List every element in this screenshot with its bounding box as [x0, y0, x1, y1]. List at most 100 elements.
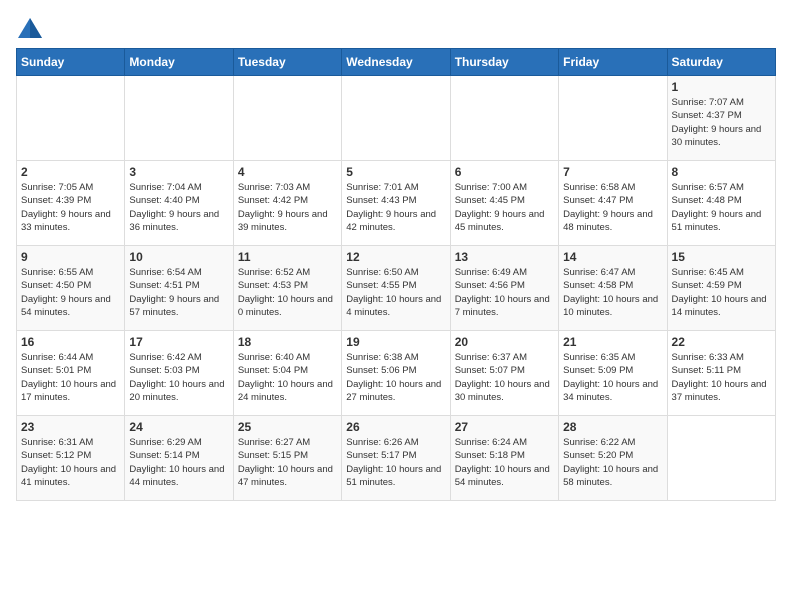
logo [16, 16, 48, 40]
day-info: Sunrise: 6:58 AM Sunset: 4:47 PM Dayligh… [563, 181, 662, 234]
day-number: 11 [238, 250, 337, 264]
day-cell: 3 Sunrise: 7:04 AM Sunset: 4:40 PM Daylig… [125, 161, 233, 246]
day-cell: 5 Sunrise: 7:01 AM Sunset: 4:43 PM Daylig… [342, 161, 450, 246]
day-info: Sunrise: 6:38 AM Sunset: 5:06 PM Dayligh… [346, 351, 445, 404]
day-cell [125, 76, 233, 161]
day-info: Sunrise: 6:47 AM Sunset: 4:58 PM Dayligh… [563, 266, 662, 319]
day-number: 8 [672, 165, 771, 179]
day-cell: 10 Sunrise: 6:54 AM Sunset: 4:51 PM Dayli… [125, 246, 233, 331]
day-info: Sunrise: 6:29 AM Sunset: 5:14 PM Dayligh… [129, 436, 228, 489]
day-number: 25 [238, 420, 337, 434]
day-cell [17, 76, 125, 161]
day-cell: 25 Sunrise: 6:27 AM Sunset: 5:15 PM Dayli… [233, 416, 341, 501]
day-number: 20 [455, 335, 554, 349]
day-info: Sunrise: 6:45 AM Sunset: 4:59 PM Dayligh… [672, 266, 771, 319]
day-cell: 19 Sunrise: 6:38 AM Sunset: 5:06 PM Dayli… [342, 331, 450, 416]
day-number: 2 [21, 165, 120, 179]
day-cell: 11 Sunrise: 6:52 AM Sunset: 4:53 PM Dayli… [233, 246, 341, 331]
day-number: 3 [129, 165, 228, 179]
week-row-2: 2 Sunrise: 7:05 AM Sunset: 4:39 PM Daylig… [17, 161, 776, 246]
day-number: 18 [238, 335, 337, 349]
day-info: Sunrise: 6:57 AM Sunset: 4:48 PM Dayligh… [672, 181, 771, 234]
column-header-tuesday: Tuesday [233, 49, 341, 76]
day-number: 10 [129, 250, 228, 264]
day-number: 16 [21, 335, 120, 349]
day-number: 12 [346, 250, 445, 264]
day-info: Sunrise: 6:31 AM Sunset: 5:12 PM Dayligh… [21, 436, 120, 489]
day-number: 13 [455, 250, 554, 264]
day-info: Sunrise: 6:40 AM Sunset: 5:04 PM Dayligh… [238, 351, 337, 404]
day-cell: 16 Sunrise: 6:44 AM Sunset: 5:01 PM Dayli… [17, 331, 125, 416]
day-number: 6 [455, 165, 554, 179]
day-info: Sunrise: 7:05 AM Sunset: 4:39 PM Dayligh… [21, 181, 120, 234]
day-cell: 9Sunrise: 6:55 AM Sunset: 4:50 PM Daylig… [17, 246, 125, 331]
day-cell: 1 Sunrise: 7:07 AM Sunset: 4:37 PM Daylig… [667, 76, 775, 161]
day-cell: 12 Sunrise: 6:50 AM Sunset: 4:55 PM Dayli… [342, 246, 450, 331]
day-cell: 22 Sunrise: 6:33 AM Sunset: 5:11 PM Dayli… [667, 331, 775, 416]
day-number: 24 [129, 420, 228, 434]
day-info: Sunrise: 6:52 AM Sunset: 4:53 PM Dayligh… [238, 266, 337, 319]
day-info: Sunrise: 6:55 AM Sunset: 4:50 PM Dayligh… [21, 266, 120, 319]
day-cell [667, 416, 775, 501]
day-cell: 17 Sunrise: 6:42 AM Sunset: 5:03 PM Dayli… [125, 331, 233, 416]
day-cell: 13 Sunrise: 6:49 AM Sunset: 4:56 PM Dayli… [450, 246, 558, 331]
column-header-sunday: Sunday [17, 49, 125, 76]
day-cell: 23Sunrise: 6:31 AM Sunset: 5:12 PM Dayli… [17, 416, 125, 501]
day-cell [450, 76, 558, 161]
day-number: 17 [129, 335, 228, 349]
column-header-wednesday: Wednesday [342, 49, 450, 76]
week-row-3: 9Sunrise: 6:55 AM Sunset: 4:50 PM Daylig… [17, 246, 776, 331]
day-cell: 27 Sunrise: 6:24 AM Sunset: 5:18 PM Dayli… [450, 416, 558, 501]
day-cell [342, 76, 450, 161]
logo-icon [16, 16, 44, 40]
day-number: 5 [346, 165, 445, 179]
header-row: SundayMondayTuesdayWednesdayThursdayFrid… [17, 49, 776, 76]
day-info: Sunrise: 7:04 AM Sunset: 4:40 PM Dayligh… [129, 181, 228, 234]
calendar-table: SundayMondayTuesdayWednesdayThursdayFrid… [16, 48, 776, 501]
column-header-saturday: Saturday [667, 49, 775, 76]
day-info: Sunrise: 6:33 AM Sunset: 5:11 PM Dayligh… [672, 351, 771, 404]
day-info: Sunrise: 6:35 AM Sunset: 5:09 PM Dayligh… [563, 351, 662, 404]
day-info: Sunrise: 7:01 AM Sunset: 4:43 PM Dayligh… [346, 181, 445, 234]
column-header-monday: Monday [125, 49, 233, 76]
day-cell: 20 Sunrise: 6:37 AM Sunset: 5:07 PM Dayli… [450, 331, 558, 416]
day-number: 4 [238, 165, 337, 179]
day-number: 15 [672, 250, 771, 264]
column-header-friday: Friday [559, 49, 667, 76]
day-info: Sunrise: 6:44 AM Sunset: 5:01 PM Dayligh… [21, 351, 120, 404]
week-row-5: 23Sunrise: 6:31 AM Sunset: 5:12 PM Dayli… [17, 416, 776, 501]
day-cell: 14 Sunrise: 6:47 AM Sunset: 4:58 PM Dayli… [559, 246, 667, 331]
day-cell: 26 Sunrise: 6:26 AM Sunset: 5:17 PM Dayli… [342, 416, 450, 501]
day-info: Sunrise: 7:07 AM Sunset: 4:37 PM Dayligh… [672, 96, 771, 149]
day-info: Sunrise: 6:37 AM Sunset: 5:07 PM Dayligh… [455, 351, 554, 404]
day-cell [233, 76, 341, 161]
day-number: 7 [563, 165, 662, 179]
day-cell: 21Sunrise: 6:35 AM Sunset: 5:09 PM Dayli… [559, 331, 667, 416]
day-number: 26 [346, 420, 445, 434]
day-number: 14 [563, 250, 662, 264]
day-number: 19 [346, 335, 445, 349]
day-cell: 8 Sunrise: 6:57 AM Sunset: 4:48 PM Daylig… [667, 161, 775, 246]
day-number: 22 [672, 335, 771, 349]
day-info: Sunrise: 6:24 AM Sunset: 5:18 PM Dayligh… [455, 436, 554, 489]
day-info: Sunrise: 6:54 AM Sunset: 4:51 PM Dayligh… [129, 266, 228, 319]
week-row-1: 1 Sunrise: 7:07 AM Sunset: 4:37 PM Daylig… [17, 76, 776, 161]
day-info: Sunrise: 6:42 AM Sunset: 5:03 PM Dayligh… [129, 351, 228, 404]
day-info: Sunrise: 6:27 AM Sunset: 5:15 PM Dayligh… [238, 436, 337, 489]
day-cell: 2 Sunrise: 7:05 AM Sunset: 4:39 PM Daylig… [17, 161, 125, 246]
header [16, 16, 776, 40]
day-cell [559, 76, 667, 161]
week-row-4: 16 Sunrise: 6:44 AM Sunset: 5:01 PM Dayli… [17, 331, 776, 416]
day-cell: 7 Sunrise: 6:58 AM Sunset: 4:47 PM Daylig… [559, 161, 667, 246]
day-info: Sunrise: 6:22 AM Sunset: 5:20 PM Dayligh… [563, 436, 662, 489]
column-header-thursday: Thursday [450, 49, 558, 76]
day-number: 1 [672, 80, 771, 94]
day-cell: 15 Sunrise: 6:45 AM Sunset: 4:59 PM Dayli… [667, 246, 775, 331]
day-info: Sunrise: 6:26 AM Sunset: 5:17 PM Dayligh… [346, 436, 445, 489]
day-info: Sunrise: 6:49 AM Sunset: 4:56 PM Dayligh… [455, 266, 554, 319]
day-info: Sunrise: 6:50 AM Sunset: 4:55 PM Dayligh… [346, 266, 445, 319]
day-number: 28 [563, 420, 662, 434]
day-number: 27 [455, 420, 554, 434]
day-cell: 24 Sunrise: 6:29 AM Sunset: 5:14 PM Dayli… [125, 416, 233, 501]
day-cell: 28 Sunrise: 6:22 AM Sunset: 5:20 PM Dayli… [559, 416, 667, 501]
